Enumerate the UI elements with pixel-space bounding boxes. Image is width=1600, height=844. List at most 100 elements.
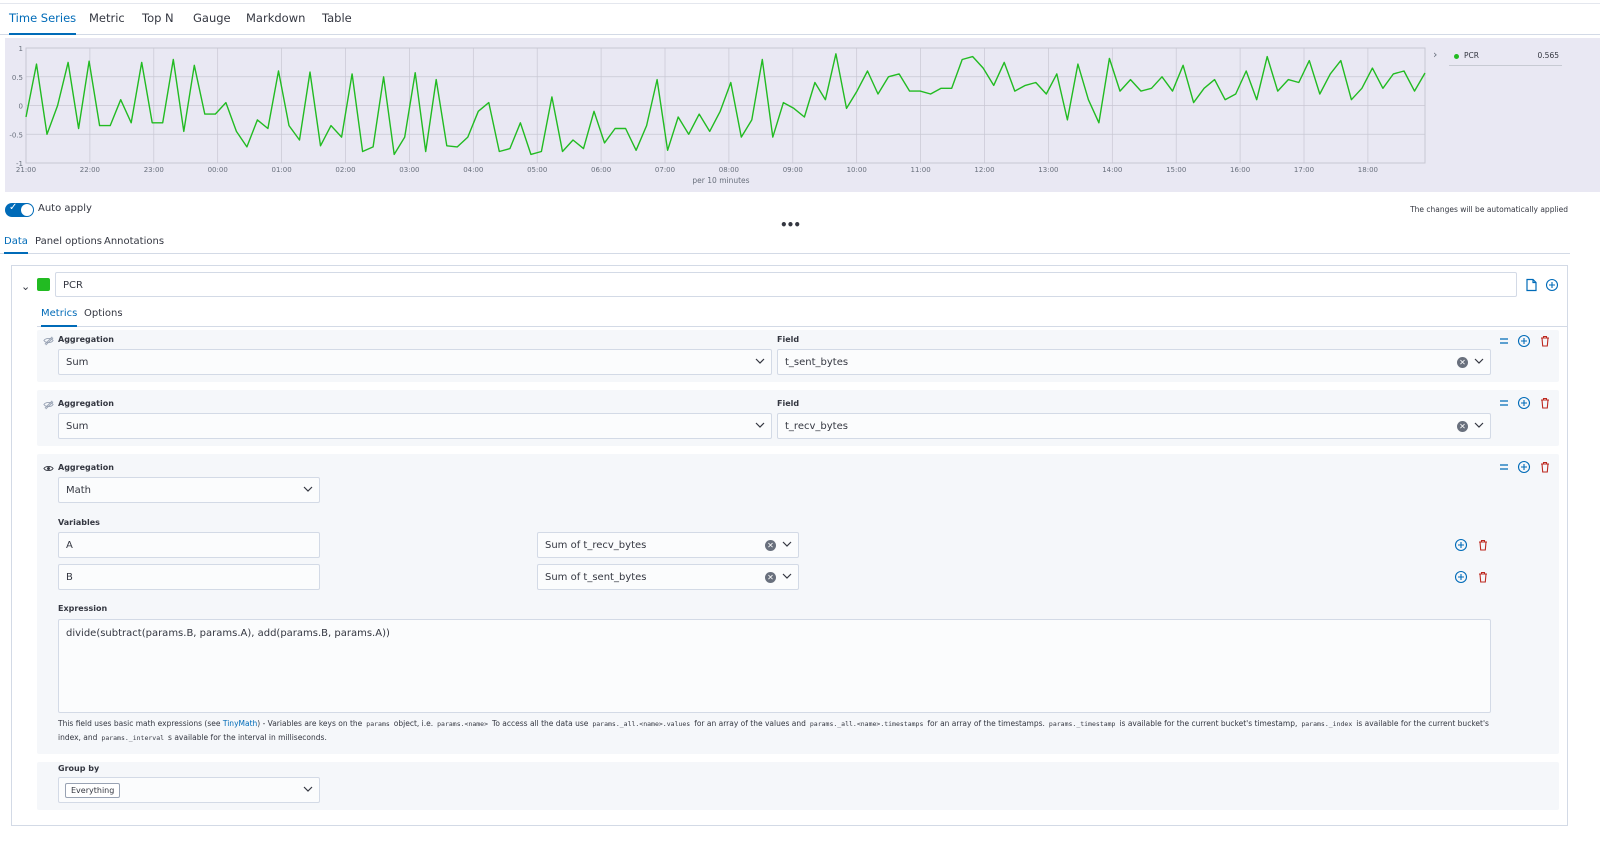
y-tick-label: 1: [19, 45, 23, 53]
drag-handle-icon[interactable]: [1497, 334, 1511, 348]
x-tick-label: 18:00: [1358, 166, 1378, 174]
x-tick-label: 05:00: [527, 166, 547, 174]
clear-icon[interactable]: ✕: [1457, 357, 1468, 368]
resize-handle-icon[interactable]: •••: [780, 218, 801, 232]
auto-apply-toggle[interactable]: ✓: [5, 202, 34, 217]
x-tick-label: 10:00: [847, 166, 867, 174]
expression-textarea[interactable]: divide(subtract(params.B, params.A), add…: [58, 619, 1491, 713]
x-tick-label: 00:00: [208, 166, 228, 174]
drag-handle-icon[interactable]: [1497, 460, 1511, 474]
metric-row: Aggregation Sum Field t_sent_bytes ✕: [37, 330, 1559, 382]
series-sub-tabs: Metrics Options: [37, 304, 1567, 327]
tab-panel-options[interactable]: Panel options: [35, 236, 102, 254]
eye-icon[interactable]: [43, 463, 54, 474]
tab-table[interactable]: Table: [322, 4, 352, 35]
legend-series-name: PCR: [1464, 51, 1479, 60]
legend-color-dot: [1454, 54, 1459, 59]
visualization-type-tabs: Time Series Metric Top N Gauge Markdown …: [0, 3, 1600, 35]
group-by-value: Everything: [65, 783, 121, 798]
clear-icon[interactable]: ✕: [765, 540, 776, 551]
add-metric-icon[interactable]: [1517, 334, 1531, 348]
eye-closed-icon[interactable]: [43, 335, 54, 346]
field-select[interactable]: t_sent_bytes ✕: [777, 349, 1491, 375]
aggregation-select[interactable]: Sum: [58, 413, 772, 439]
tab-annotations[interactable]: Annotations: [104, 236, 164, 254]
auto-apply-note: The changes will be automatically applie…: [1410, 205, 1568, 214]
series-color-swatch[interactable]: [37, 278, 50, 291]
tab-data[interactable]: Data: [4, 236, 28, 254]
field-label: Field: [777, 335, 800, 344]
y-tick-label: 0: [19, 103, 23, 111]
x-tick-label: 03:00: [399, 166, 419, 174]
math-metric-row: Aggregation Math Variables A Sum of t_re…: [37, 454, 1559, 754]
variable-metric-value: Sum of t_recv_bytes: [545, 540, 647, 551]
field-label: Field: [777, 399, 800, 408]
add-variable-icon[interactable]: [1454, 538, 1468, 552]
tab-gauge[interactable]: Gauge: [193, 4, 231, 35]
delete-metric-icon[interactable]: [1538, 396, 1552, 410]
toggle-knob: [21, 204, 33, 216]
delete-variable-icon[interactable]: [1476, 538, 1490, 552]
variable-name-input[interactable]: B: [58, 564, 320, 590]
series-label-input[interactable]: PCR: [55, 272, 1517, 297]
series-panel: ⌄ PCR Metrics Options Aggregation Sum Fi…: [11, 265, 1568, 826]
add-metric-icon[interactable]: [1517, 460, 1531, 474]
variable-name-input[interactable]: A: [58, 532, 320, 558]
tab-markdown[interactable]: Markdown: [246, 4, 305, 35]
x-tick-label: 01:00: [272, 166, 292, 174]
add-metric-icon[interactable]: [1517, 396, 1531, 410]
tab-metrics[interactable]: Metrics: [41, 308, 78, 327]
aggregation-label: Aggregation: [58, 335, 114, 344]
legend-toggle-icon[interactable]: ›: [1433, 48, 1437, 61]
tinymath-link[interactable]: TinyMath: [223, 719, 257, 728]
chevron-down-icon: [303, 786, 313, 792]
clear-icon[interactable]: ✕: [1457, 421, 1468, 432]
drag-handle-icon[interactable]: [1497, 396, 1511, 410]
x-tick-label: 13:00: [1038, 166, 1058, 174]
variable-metric-select[interactable]: Sum of t_sent_bytes ✕: [537, 564, 799, 590]
x-tick-label: 07:00: [655, 166, 675, 174]
aggregation-value: Sum: [66, 357, 89, 368]
auto-apply-label: Auto apply: [38, 203, 92, 214]
variables-label: Variables: [58, 518, 100, 527]
aggregation-select[interactable]: Sum: [58, 349, 772, 375]
variable-metric-select[interactable]: Sum of t_recv_bytes ✕: [537, 532, 799, 558]
clear-icon[interactable]: ✕: [765, 572, 776, 583]
chevron-down-icon: [782, 541, 792, 547]
field-value: t_sent_bytes: [785, 357, 849, 368]
check-icon: ✓: [9, 202, 18, 213]
chevron-down-icon: [755, 422, 765, 428]
y-tick-label: 0.5: [12, 74, 23, 82]
x-tick-label: 16:00: [1230, 166, 1250, 174]
x-tick-label: 11:00: [911, 166, 931, 174]
x-tick-label: 06:00: [591, 166, 611, 174]
field-select[interactable]: t_recv_bytes ✕: [777, 413, 1491, 439]
chevron-down-icon: [782, 573, 792, 579]
chart-panel: 1 0.5 0 -0.5 -1 21:00 22:00 23:00 00:00 01:00 02:0…: [5, 38, 1600, 192]
group-by-label: Group by: [58, 764, 100, 773]
add-variable-icon[interactable]: [1454, 570, 1468, 584]
tab-options[interactable]: Options: [84, 308, 123, 327]
x-axis-label: per 10 minutes: [692, 176, 749, 185]
field-value: t_recv_bytes: [785, 421, 848, 432]
expression-label: Expression: [58, 604, 108, 613]
group-by-select[interactable]: Everything: [58, 777, 320, 803]
tab-time-series[interactable]: Time Series: [9, 4, 77, 35]
x-tick-label: 09:00: [783, 166, 803, 174]
time-series-chart[interactable]: 10.50-0.5-121:00 22:00 23:00 00:00 01:00 02:0…: [5, 38, 1600, 192]
series-line-pcr: [25, 53, 1426, 156]
tab-top-n[interactable]: Top N: [142, 4, 174, 35]
clone-series-icon[interactable]: [1524, 278, 1538, 292]
eye-closed-icon[interactable]: [43, 399, 54, 410]
delete-variable-icon[interactable]: [1476, 570, 1490, 584]
delete-metric-icon[interactable]: [1538, 334, 1552, 348]
aggregation-select[interactable]: Math: [58, 477, 320, 503]
collapse-chevron-icon[interactable]: ⌄: [21, 280, 30, 293]
delete-metric-icon[interactable]: [1538, 460, 1552, 474]
chevron-down-icon: [1474, 422, 1484, 428]
editor-tabs: Data Panel options Annotations: [0, 234, 1570, 254]
aggregation-label: Aggregation: [58, 399, 114, 408]
add-series-icon[interactable]: [1545, 278, 1559, 292]
tab-metric[interactable]: Metric: [89, 4, 125, 35]
x-tick-label: 12:00: [974, 166, 994, 174]
